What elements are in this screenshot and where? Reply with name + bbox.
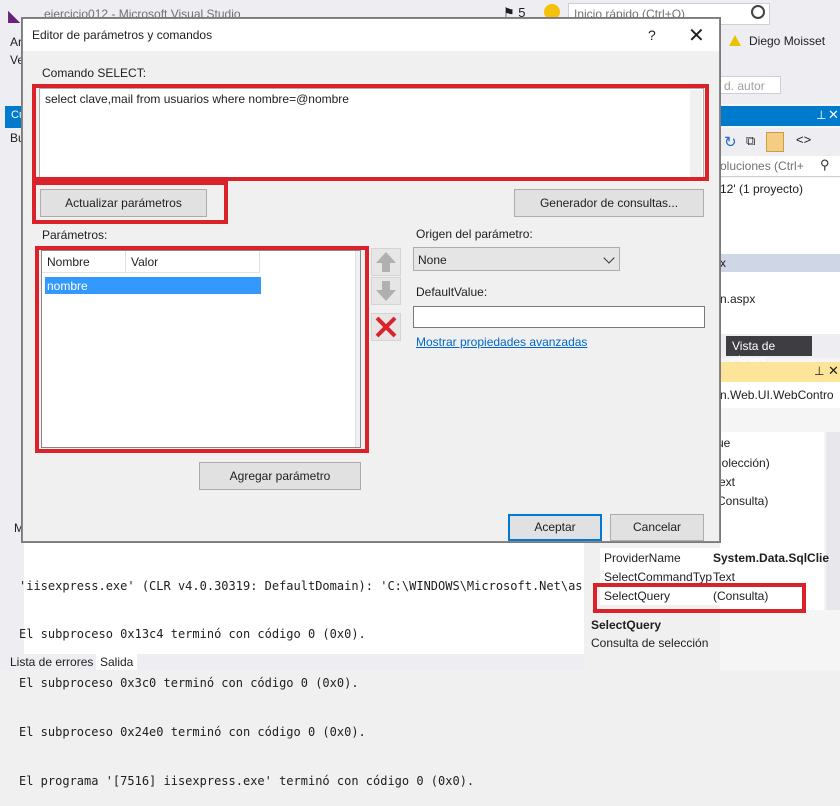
move-up-button[interactable] — [371, 248, 401, 276]
select-command-scrollbar[interactable] — [690, 90, 702, 178]
chevron-down-icon — [603, 252, 615, 264]
cancel-button[interactable]: Cancelar — [610, 514, 704, 541]
tab-class-view[interactable]: Vista de clases — [726, 336, 812, 367]
arrow-down-icon — [376, 281, 396, 301]
parameter-source-value: None — [418, 253, 447, 267]
solution-explorer-toolbar: ↻ ⧉ <> — [720, 128, 840, 156]
search-icon: ⚲ — [820, 157, 830, 172]
ok-button[interactable]: Aceptar — [508, 514, 602, 541]
toolbar-combo[interactable]: d. autor — [719, 76, 781, 94]
arrow-up-icon — [376, 252, 396, 272]
file-item-aspx[interactable]: n.aspx — [720, 292, 755, 306]
properties-toggle-icon[interactable] — [766, 132, 784, 152]
property-row[interactable]: SelectCommandTyp Text — [600, 567, 824, 586]
secondary-header-fragment: x — [720, 256, 726, 270]
output-line: El programa '[7516] iisexpress.exe' term… — [19, 774, 475, 789]
property-value: (Consulta) — [713, 494, 769, 508]
parameter-name: nombre — [47, 279, 88, 293]
output-text: 'iisexpress.exe' (CLR v4.0.30319: Defaul… — [19, 545, 583, 806]
select-command-text: select clave,mail from usuarios where no… — [45, 92, 349, 106]
refresh-icon[interactable]: ↻ — [724, 133, 737, 151]
close-icon[interactable]: ✕ — [828, 363, 839, 379]
properties-object-combo[interactable]: n.Web.UI.WebContro — [720, 382, 840, 408]
select-command-textarea[interactable]: select clave,mail from usuarios where no… — [39, 88, 704, 180]
parameters-grid[interactable]: Nombre Valor nombre — [41, 250, 361, 448]
secondary-header: x — [720, 254, 840, 272]
grid-scrollbar[interactable] — [355, 251, 360, 447]
output-line: El subproceso 0x13c4 terminó con código … — [19, 627, 366, 642]
move-down-button[interactable] — [371, 277, 401, 305]
property-value: (Consulta) — [713, 589, 769, 603]
select-command-label: Comando SELECT: — [42, 66, 147, 80]
menu-item-archivo[interactable]: Ar — [10, 35, 22, 49]
add-parameter-button[interactable]: Agregar parámetro — [199, 462, 361, 490]
property-key: ProviderName — [604, 551, 681, 565]
properties-scrollbar[interactable] — [826, 432, 840, 610]
column-header-nombre[interactable]: Nombre — [42, 251, 126, 273]
parameter-source-label: Origen del parámetro: — [416, 227, 533, 241]
pin-icon[interactable]: ⊥ — [816, 108, 826, 122]
close-button[interactable]: ✕ — [688, 23, 705, 48]
column-header-valor[interactable]: Valor — [126, 251, 260, 273]
code-view-icon[interactable]: <> — [796, 132, 811, 147]
property-row[interactable]: ProviderName System.Data.SqlClie — [600, 548, 829, 567]
parameter-source-select[interactable]: None — [413, 247, 620, 271]
parameters-label: Parámetros: — [42, 228, 108, 242]
tab-output[interactable]: Salida — [96, 654, 138, 670]
delete-x-icon — [375, 316, 397, 338]
tree-item-solution[interactable]: 12' (1 proyecto) — [720, 182, 803, 196]
default-value-input[interactable] — [413, 306, 705, 328]
property-key: SelectCommandTyp — [604, 570, 713, 584]
tab-error-list[interactable]: Lista de errores — [6, 654, 97, 670]
file-list: n.aspx — [720, 272, 840, 334]
output-line: El subproceso 0x3c0 terminó con código 0… — [19, 676, 359, 691]
user-name[interactable]: Diego Moisset — [749, 34, 825, 48]
close-icon[interactable]: ✕ — [828, 107, 839, 123]
property-value: Colección) — [713, 456, 770, 470]
collapse-icon[interactable]: ⧉ — [746, 133, 755, 149]
properties-object: n.Web.UI.WebContro — [720, 388, 834, 402]
parameter-row-selected[interactable]: nombre — [45, 277, 261, 294]
solution-explorer-header: ⊥ ✕ — [720, 106, 840, 126]
property-value: Text — [713, 570, 736, 584]
bottom-tabs: Lista de errores Salida — [0, 654, 584, 670]
property-value: System.Data.SqlClie — [713, 551, 830, 565]
pin-icon[interactable]: ⊥ — [814, 364, 824, 378]
search-icon — [751, 5, 765, 19]
property-description-title: SelectQuery — [591, 618, 662, 632]
dialog-title: Editor de parámetros y comandos — [32, 28, 213, 42]
warning-icon — [729, 35, 741, 46]
solution-search-input[interactable]: oluciones (Ctrl+ ⚲ — [720, 156, 840, 177]
properties-header: ⊥ ✕ — [720, 362, 840, 382]
delete-parameter-button[interactable] — [371, 313, 401, 341]
advanced-properties-link[interactable]: Mostrar propiedades avanzadas — [416, 335, 587, 349]
property-description: Consulta de selección — [591, 636, 709, 650]
default-value-label: DefaultValue: — [416, 285, 488, 299]
help-button[interactable]: ? — [648, 27, 656, 43]
property-row[interactable]: SelectQuery (Consulta) — [600, 586, 824, 605]
property-key: SelectQuery — [604, 589, 671, 603]
solution-search-placeholder: oluciones (Ctrl+ — [720, 159, 804, 173]
solution-tree: 12' (1 proyecto) — [720, 178, 840, 258]
query-builder-button[interactable]: Generador de consultas... — [514, 189, 704, 217]
refresh-parameters-button[interactable]: Actualizar parámetros — [40, 189, 207, 217]
output-line: 'iisexpress.exe' (CLR v4.0.30319: Defaul… — [19, 578, 583, 593]
output-line: El subproceso 0x24e0 terminó con código … — [19, 725, 366, 740]
